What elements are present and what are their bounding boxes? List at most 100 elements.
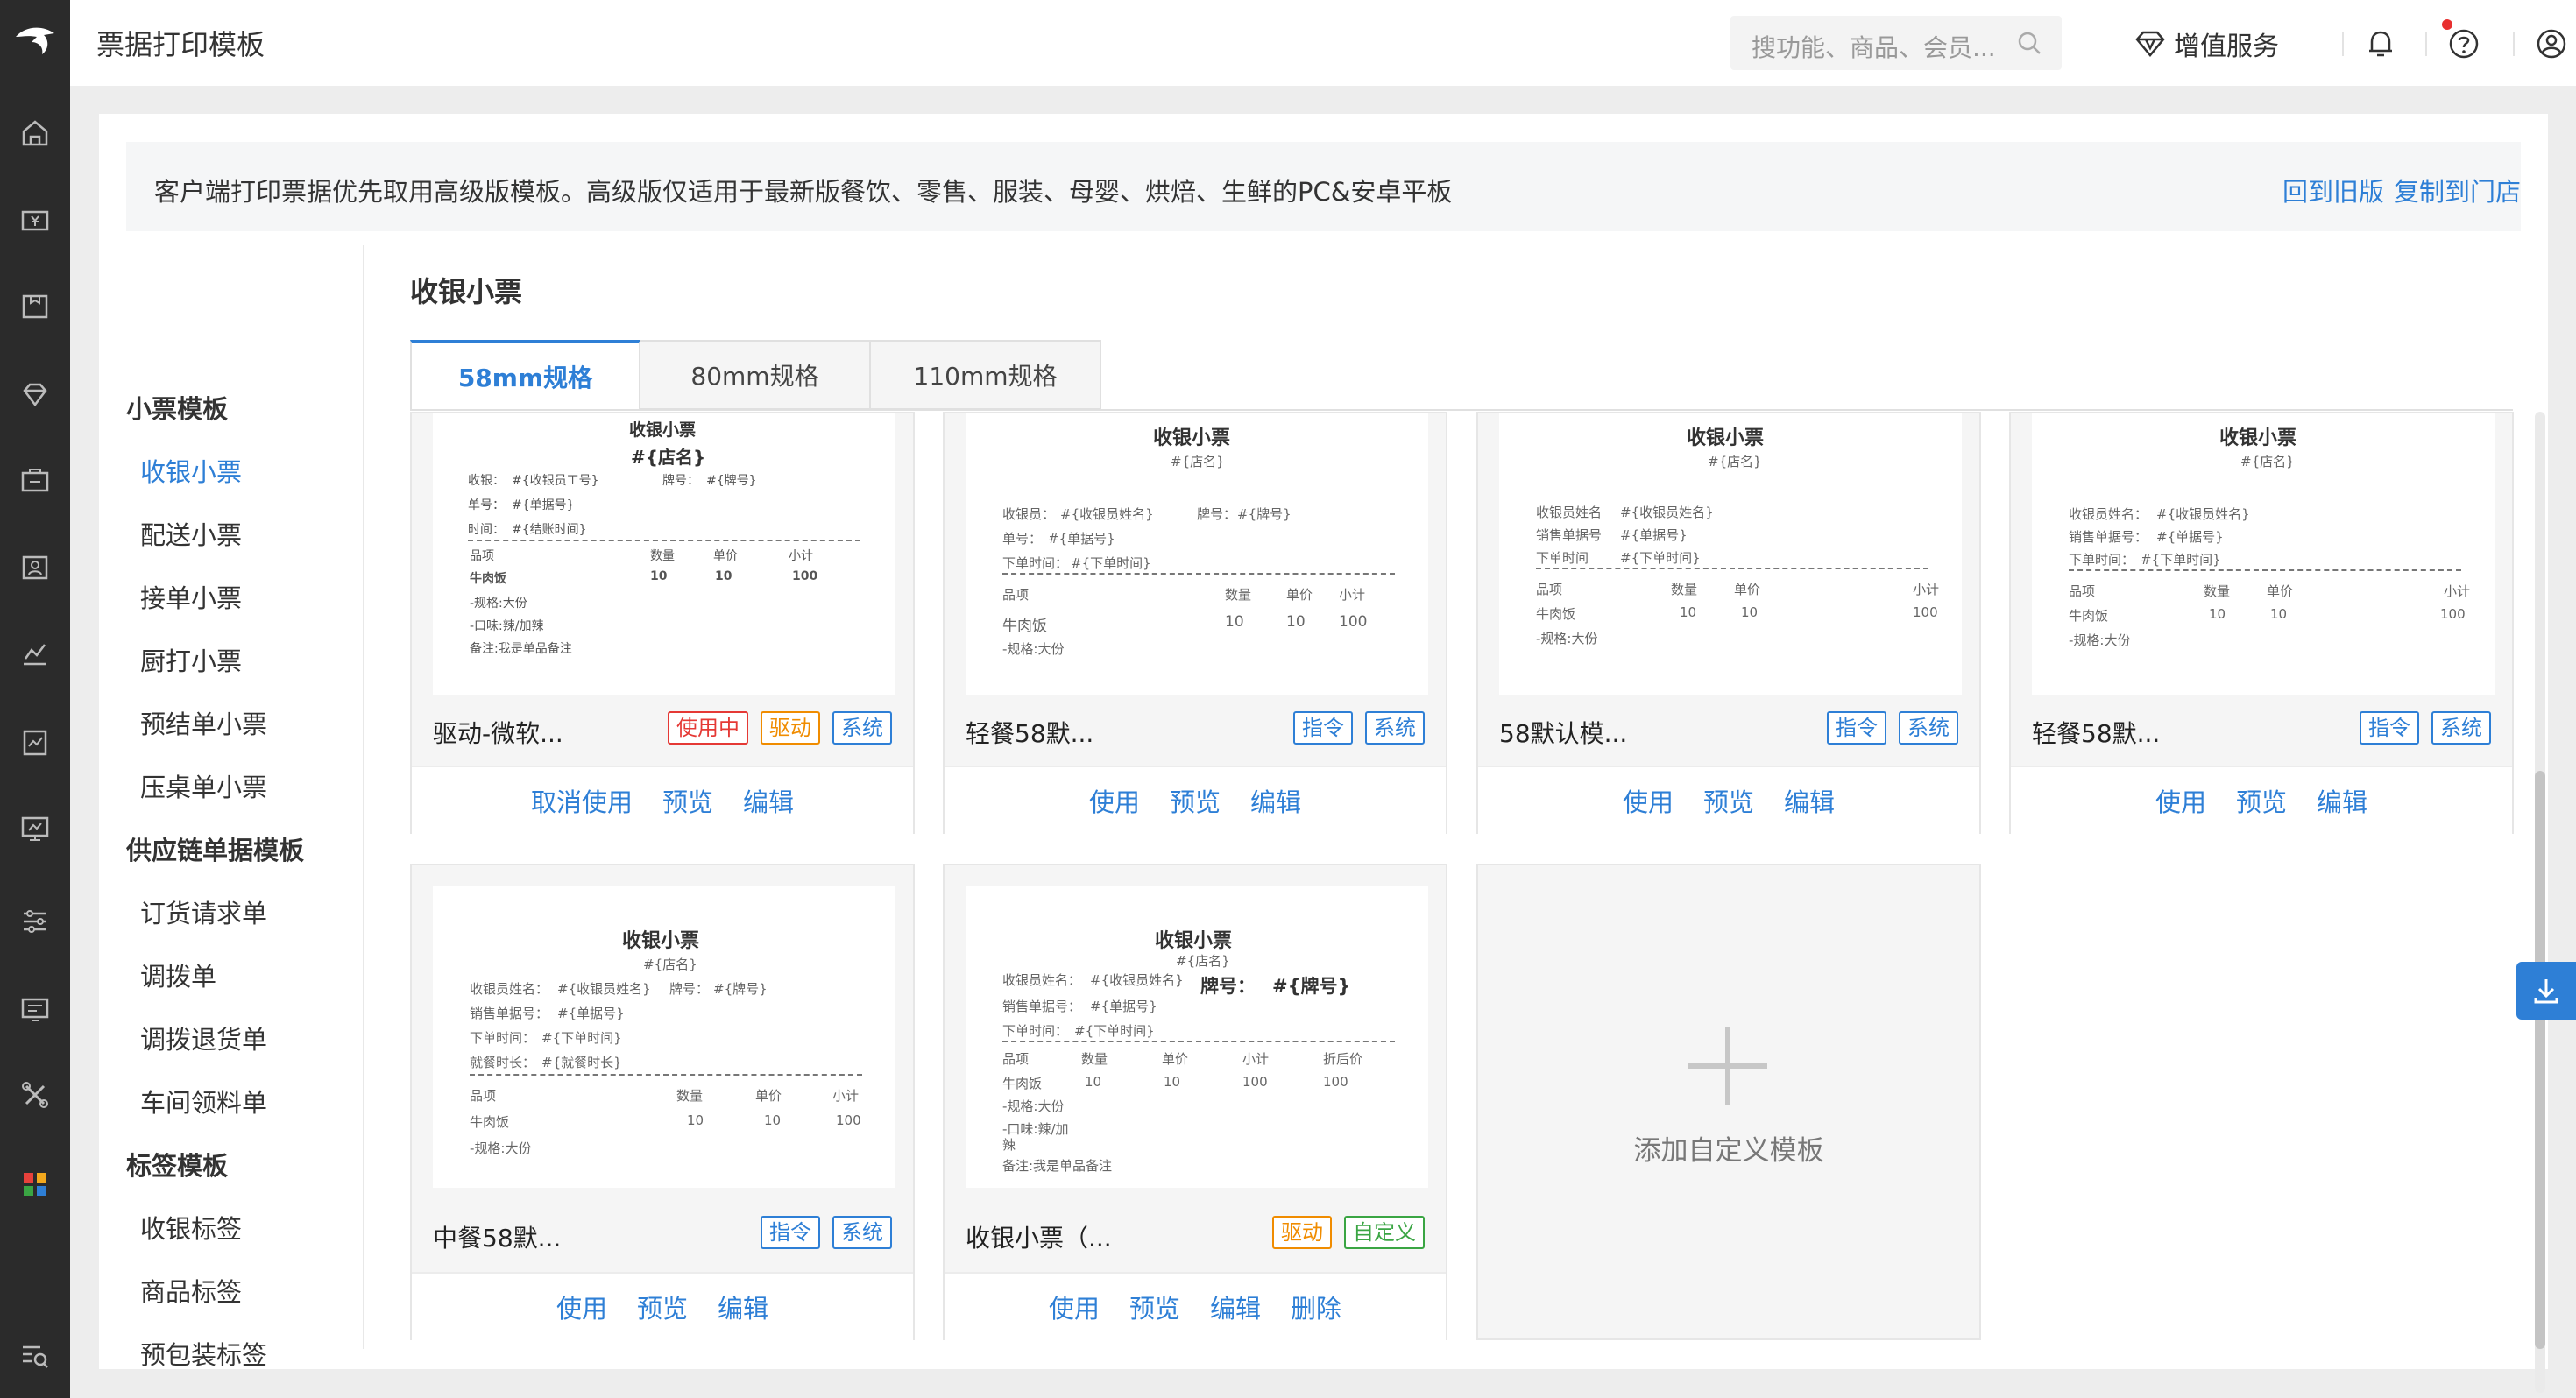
finance-icon[interactable] — [19, 727, 51, 759]
download-button[interactable] — [2516, 962, 2576, 1020]
preview-button[interactable]: 预览 — [637, 1289, 688, 1325]
template-card[interactable]: 收银小票 #{店名} 收银： #{收银员工号} 牌号： #{牌号} 单号： #{… — [410, 412, 915, 834]
receipt-title: 收银小票 — [629, 420, 697, 440]
template-card[interactable]: 收银小票 #{店名} 收银员姓名： #{收银员姓名} 销售单据号： #{单据号}… — [2009, 412, 2514, 834]
nav-delivery-receipt[interactable]: 配送小票 — [140, 515, 242, 552]
edit-button[interactable]: 编辑 — [2317, 782, 2367, 819]
nav-purchase-request[interactable]: 订货请求单 — [140, 893, 267, 930]
receipt-preview[interactable]: 收银小票 #{店名} 收银员： #{收银员姓名} 牌号： #{牌号} 单号： #… — [966, 413, 1428, 695]
download-icon — [2534, 979, 2558, 1004]
user-avatar-icon[interactable] — [2534, 26, 2569, 61]
divider — [2513, 32, 2515, 56]
card-actions: 取消使用 预览 编辑 — [412, 766, 913, 834]
tab-110mm[interactable]: 110mm规格 — [871, 340, 1101, 410]
member-icon[interactable] — [19, 378, 51, 410]
edit-button[interactable]: 编辑 — [1784, 782, 1835, 819]
receipt-col: 单价 — [2267, 583, 2294, 599]
group-label-templates: 标签模板 — [126, 1151, 229, 1181]
use-button[interactable]: 使用 — [1623, 782, 1674, 819]
receipt-line: 下单时间： — [1002, 1023, 1069, 1039]
nav-prebill-receipt[interactable]: 预结单小票 — [140, 704, 267, 741]
preview-button[interactable]: 预览 — [662, 782, 713, 819]
printer-template-icon[interactable] — [19, 993, 51, 1025]
delete-button[interactable]: 删除 — [1291, 1289, 1341, 1325]
use-button[interactable]: 使用 — [1049, 1289, 1100, 1325]
add-custom-template-card[interactable]: 添加自定义模板 — [1476, 864, 1981, 1340]
receipt-col: 折后价 — [1323, 1051, 1363, 1067]
preview-button[interactable]: 预览 — [1170, 782, 1221, 819]
bell-icon[interactable] — [2363, 26, 2398, 61]
apps-grid-icon[interactable] — [19, 1169, 51, 1200]
type-badge-command: 指令 — [2360, 711, 2419, 745]
report-icon[interactable] — [19, 638, 51, 669]
receipt-col: 数量 — [1225, 587, 1252, 603]
cancel-use-button[interactable]: 取消使用 — [531, 782, 633, 819]
nav-workshop-material[interactable]: 车间领料单 — [140, 1083, 267, 1119]
settings-sliders-icon[interactable] — [19, 906, 51, 937]
receipt-preview[interactable]: 收银小票 #{店名} 收银员姓名： #{收银员姓名} 销售单据号： #{单据号}… — [2032, 413, 2495, 695]
template-card[interactable]: 收银小票 #{店名} 收银员姓名 #{收银员姓名} 销售单据号 #{单据号} 下… — [1476, 412, 1981, 834]
help-icon[interactable] — [2446, 26, 2481, 61]
receipt-col: 品项 — [1002, 1051, 1030, 1067]
nav-cashier-receipt[interactable]: 收银小票 — [140, 452, 242, 489]
card-actions: 使用 预览 编辑 删除 — [945, 1272, 1446, 1340]
receipt-preview[interactable]: 收银小票 #{店名} 收银员姓名： #{收银员姓名} 牌号： #{牌号} 销售单… — [433, 886, 895, 1188]
nav-goods-label[interactable]: 商品标签 — [140, 1272, 242, 1309]
menu-search-icon[interactable] — [19, 1340, 51, 1372]
receipt-line: #{单据号} — [1048, 531, 1115, 547]
cashier-icon[interactable] — [19, 205, 51, 237]
scrollbar-thumb[interactable] — [2535, 771, 2545, 1349]
nav-transfer-return[interactable]: 调拨退货单 — [140, 1020, 267, 1056]
home-icon[interactable] — [19, 117, 51, 149]
marketing-icon[interactable] — [19, 464, 51, 496]
type-badge-system: 系统 — [1365, 711, 1425, 745]
template-card[interactable]: 收银小票 #{店名} 收银员姓名： #{收银员姓名} 牌号： #{牌号} 销售单… — [410, 864, 915, 1340]
use-button[interactable]: 使用 — [2155, 782, 2206, 819]
receipt-line: #{收银员工号} — [512, 474, 599, 488]
receipt-line: 单号： — [468, 498, 505, 512]
receipt-col: 品项 — [2069, 583, 2096, 599]
receipt-preview[interactable]: 收银小票 #{店名} 收银： #{收银员工号} 牌号： #{牌号} 单号： #{… — [433, 413, 895, 695]
edit-button[interactable]: 编辑 — [718, 1289, 768, 1325]
use-button[interactable]: 使用 — [556, 1289, 607, 1325]
copy-to-store-link[interactable]: 复制到门店 — [2394, 172, 2521, 208]
back-to-old-version-link[interactable]: 回到旧版 — [2282, 172, 2384, 208]
preview-button[interactable]: 预览 — [1703, 782, 1754, 819]
global-search-input[interactable]: 搜功能、商品、会员... — [1730, 16, 2062, 70]
receipt-preview[interactable]: 收银小票 #{店名} 收银员姓名： #{收银员姓名} 牌号： #{牌号} 销售单… — [966, 886, 1428, 1188]
nav-transfer[interactable]: 调拨单 — [140, 957, 216, 993]
nav-order-receipt[interactable]: 接单小票 — [140, 578, 242, 615]
page-title: 票据打印模板 — [96, 28, 265, 61]
nav-kitchen-receipt[interactable]: 厨打小票 — [140, 641, 242, 678]
tab-80mm[interactable]: 80mm规格 — [640, 340, 871, 410]
nav-package-label[interactable]: 预包装标签 — [140, 1335, 267, 1372]
type-badge-driver: 驱动 — [761, 711, 820, 745]
tab-58mm[interactable]: 58mm规格 — [410, 340, 640, 410]
preview-button[interactable]: 预览 — [1129, 1289, 1180, 1325]
nav-cashier-label[interactable]: 收银标签 — [140, 1209, 242, 1246]
receipt-divider — [1002, 1041, 1395, 1042]
edit-button[interactable]: 编辑 — [743, 782, 794, 819]
edit-button[interactable]: 编辑 — [1250, 782, 1301, 819]
receipt-preview[interactable]: 收银小票 #{店名} 收银员姓名 #{收银员姓名} 销售单据号 #{单据号} 下… — [1499, 413, 1962, 695]
receipt-store: #{店名} — [1171, 454, 1225, 470]
receipt-item: 100 — [2440, 606, 2466, 622]
use-button[interactable]: 使用 — [1089, 782, 1140, 819]
receipt-item: 10 — [1164, 1074, 1181, 1090]
goods-icon[interactable] — [19, 291, 51, 322]
tools-icon[interactable] — [19, 1079, 51, 1111]
receipt-item: 10 — [1225, 613, 1244, 631]
value-added-services-button[interactable]: 增值服务 — [2134, 25, 2279, 63]
template-card[interactable]: 收银小票 #{店名} 收银员姓名： #{收银员姓名} 牌号： #{牌号} 销售单… — [943, 864, 1447, 1340]
receipt-line: 销售单据号： — [2069, 529, 2148, 545]
receipt-item: 100 — [1339, 613, 1368, 631]
staff-icon[interactable] — [19, 552, 51, 583]
nav-table-receipt[interactable]: 压桌单小票 — [140, 767, 267, 804]
template-card[interactable]: 收银小票 #{店名} 收银员： #{收银员姓名} 牌号： #{牌号} 单号： #… — [943, 412, 1447, 834]
app-logo-icon[interactable] — [11, 18, 60, 67]
receipt-col: 单价 — [755, 1088, 782, 1104]
device-icon[interactable] — [19, 813, 51, 844]
edit-button[interactable]: 编辑 — [1210, 1289, 1261, 1325]
preview-button[interactable]: 预览 — [2236, 782, 2287, 819]
card-actions: 使用 预览 编辑 — [412, 1272, 913, 1340]
